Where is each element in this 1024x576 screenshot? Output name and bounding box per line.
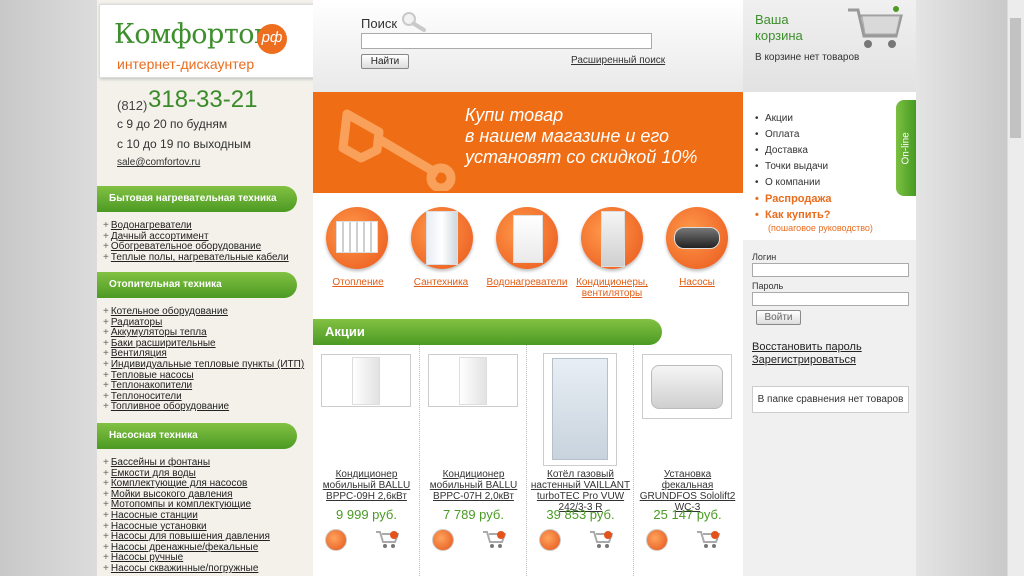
product-card: Установка фекальная GRUNDFOS Sololift2 W… xyxy=(634,345,741,576)
boiler-icon[interactable] xyxy=(496,207,558,269)
product-grid: Кондиционер мобильный BALLU BPPC-09H 2,6… xyxy=(313,345,743,576)
product-card: Котёл газовый настенный VAILLANT turboTE… xyxy=(527,345,634,576)
email-link[interactable]: sale@comfortov.ru xyxy=(117,157,200,168)
restore-password-link[interactable]: Восстановить пароль xyxy=(752,341,862,353)
install-service-icon[interactable] xyxy=(432,529,454,551)
left-column: Комфортов рф интернет-дискаунтер (812) 3… xyxy=(97,0,337,576)
category-list-pumps: + Бассейны и фонтаны + Емкости для воды + К… xyxy=(103,457,270,575)
promo-section-heading: Акции xyxy=(313,319,662,345)
phone-number: 318-33-21 xyxy=(148,86,258,113)
logo-tagline: интернет-дискаунтер xyxy=(117,56,255,72)
product-image[interactable] xyxy=(428,354,518,407)
search-button[interactable]: Найти xyxy=(361,54,409,69)
product-card: Кондиционер мобильный BALLU BPPC-07H 2,0… xyxy=(420,345,527,576)
category-list-heating-appliances: + Водонагреватели + Дачный ассортимент + Об… xyxy=(103,220,289,264)
password-label: Пароль xyxy=(752,281,784,291)
page: Комфортов рф интернет-дискаунтер (812) 3… xyxy=(97,0,916,576)
cart-title: Ваша xyxy=(755,12,789,27)
page-background-left xyxy=(0,0,97,576)
search-label: Поиск xyxy=(361,16,398,31)
product-card: Кондиционер мобильный BALLU BPPC-09H 2,6… xyxy=(313,345,420,576)
install-service-icon[interactable] xyxy=(539,529,561,551)
phone-prefix: (812) xyxy=(117,98,148,113)
password-input[interactable] xyxy=(752,292,909,306)
login-button[interactable]: Войти xyxy=(756,310,801,325)
install-service-icon[interactable] xyxy=(646,529,668,551)
search-area: Поиск Найти Расширенный поиск xyxy=(313,0,743,92)
banner-line-3: установят со скидкой 10% xyxy=(465,147,698,167)
hours-weekdays: с 9 до 20 по будням xyxy=(117,117,228,131)
category-list-heating: + Котельное оборудование + Радиаторы + Акку… xyxy=(103,306,304,413)
search-icon xyxy=(402,12,426,32)
info-menu: Акции Оплата Доставка Точки выдачи О ком… xyxy=(755,111,832,223)
category-link-pumps[interactable]: Насосы xyxy=(652,277,742,288)
scrollbar-thumb[interactable] xyxy=(1010,18,1021,138)
menu-item-sale[interactable]: Распродажа xyxy=(755,191,832,207)
product-name-link[interactable]: Кондиционер мобильный BALLU BPPC-09H 2,6… xyxy=(316,469,417,502)
install-service-icon[interactable] xyxy=(325,529,347,551)
product-image[interactable] xyxy=(321,354,411,407)
shopping-cart-icon[interactable] xyxy=(846,4,904,50)
wrench-icon xyxy=(338,109,456,191)
air-conditioner-icon[interactable] xyxy=(581,207,643,269)
menu-item-delivery[interactable]: Доставка xyxy=(755,143,832,159)
category-heading-heating-appliances[interactable]: Бытовая нагревательная техника xyxy=(97,186,297,212)
banner-line-1: Купи товар xyxy=(465,105,564,125)
radiator-icon[interactable] xyxy=(326,207,388,269)
category-heading-pumps[interactable]: Насосная техника xyxy=(97,423,297,449)
product-price: 9 999 руб. xyxy=(336,507,397,522)
product-price: 7 789 руб. xyxy=(443,507,504,522)
banner-line-2: в нашем магазине и его xyxy=(465,126,670,146)
login-label: Логин xyxy=(752,252,777,262)
shower-cabin-icon[interactable] xyxy=(411,207,473,269)
center-column: Поиск Найти Расширенный поиск Купи товар… xyxy=(313,0,743,576)
advanced-search-link[interactable]: Расширенный поиск xyxy=(571,55,665,66)
product-image[interactable] xyxy=(543,353,617,466)
menu-item-about[interactable]: О компании xyxy=(755,175,832,191)
login-input[interactable] xyxy=(752,263,909,277)
cart-widget[interactable]: Ваша корзина В корзине нет товаров xyxy=(743,0,916,92)
product-name-link[interactable]: Кондиционер мобильный BALLU BPPC-07H 2,0… xyxy=(423,469,524,502)
category-heading-heating[interactable]: Отопительная техника xyxy=(97,272,297,298)
right-column: Ваша корзина В корзине нет товаров Акции… xyxy=(743,0,916,576)
menu-item-payment[interactable]: Оплата xyxy=(755,127,832,143)
category-link-air-conditioners[interactable]: Кондиционеры, вентиляторы xyxy=(567,277,657,299)
promo-banner[interactable]: Купи товар в нашем магазине и его устано… xyxy=(313,92,743,193)
cart-status: В корзине нет товаров xyxy=(755,52,860,63)
product-price: 25 147 руб. xyxy=(653,507,722,522)
pump-icon[interactable] xyxy=(666,207,728,269)
logo[interactable]: Комфортов рф интернет-дискаунтер xyxy=(99,4,337,78)
add-to-cart-icon[interactable] xyxy=(482,529,506,549)
category-link[interactable]: + Топливное оборудование xyxy=(103,402,304,413)
how-to-buy-guide-link[interactable]: (пошаговое руководство) xyxy=(768,223,873,233)
menu-item-promotions[interactable]: Акции xyxy=(755,111,832,127)
compare-folder-status: В папке сравнения нет товаров xyxy=(752,386,909,413)
category-link-water-heaters[interactable]: Водонагреватели xyxy=(482,277,572,288)
add-to-cart-icon[interactable] xyxy=(696,529,720,549)
category-link-heating[interactable]: Отопление xyxy=(313,277,403,288)
add-to-cart-icon[interactable] xyxy=(589,529,613,549)
menu-item-pickup-points[interactable]: Точки выдачи xyxy=(755,159,832,175)
category-link-plumbing[interactable]: Сантехника xyxy=(396,277,486,288)
hours-weekend: с 10 до 19 по выходным xyxy=(117,137,251,151)
logo-rf-badge: рф xyxy=(257,24,287,54)
logo-name: Комфортов xyxy=(114,19,269,50)
menu-item-how-to-buy[interactable]: Как купить? xyxy=(755,207,832,223)
product-image[interactable] xyxy=(642,354,732,419)
product-price: 39 853 руб. xyxy=(546,507,615,522)
category-link[interactable]: + Насосы скважинные/погружные xyxy=(103,563,270,575)
cart-title-2: корзина xyxy=(755,28,803,43)
category-link[interactable]: + Теплые полы, нагревательные кабели xyxy=(103,252,289,264)
register-link[interactable]: Зарегистрироваться xyxy=(752,354,856,366)
online-chat-label: On-line xyxy=(900,132,912,165)
add-to-cart-icon[interactable] xyxy=(375,529,399,549)
search-input[interactable] xyxy=(361,33,652,49)
